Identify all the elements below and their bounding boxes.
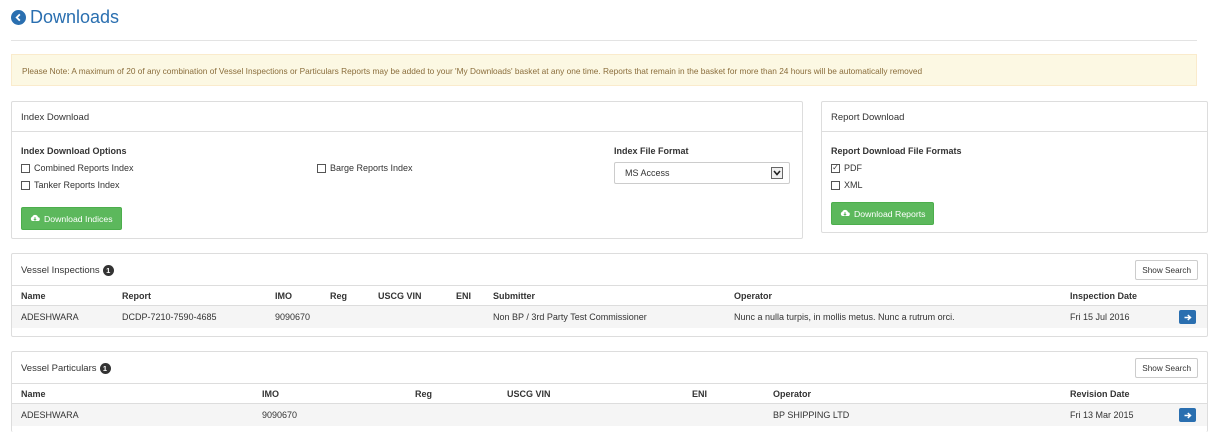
show-search-button[interactable]: Show Search <box>1135 358 1198 378</box>
report-formats-label: Report Download File Formats <box>831 146 962 156</box>
count-badge: 1 <box>99 363 111 374</box>
section-heading: Vessel Particulars <box>21 363 97 374</box>
xml-format-checkbox[interactable]: XML <box>831 180 863 190</box>
cell-imo: 9090670 <box>275 312 311 322</box>
table-header-row: Name Report IMO Reg USCG VIN ENI Submitt… <box>12 286 1207 306</box>
cell-report: DCDP-7210-7590-4685 <box>122 312 217 322</box>
checkbox-box[interactable] <box>21 163 30 173</box>
arrow-right-icon[interactable] <box>1179 310 1196 324</box>
page-header: Downloads <box>11 7 119 28</box>
column-header[interactable]: IMO <box>275 291 292 301</box>
cloud-download-icon <box>30 214 40 224</box>
page-title: Downloads <box>30 7 120 27</box>
chevron-down-icon[interactable] <box>771 167 783 179</box>
button-label: Download Indices <box>44 213 113 224</box>
index-download-panel: Index Download Index Download Options Co… <box>11 101 803 239</box>
checkbox-box[interactable] <box>317 163 326 173</box>
column-header[interactable]: USCG VIN <box>378 291 422 301</box>
column-header[interactable]: ENI <box>456 291 471 301</box>
checkbox-box[interactable] <box>831 180 840 190</box>
column-header[interactable]: Submitter <box>493 291 535 301</box>
select-value: MS Access <box>625 168 670 178</box>
cell-revision-date: Fri 13 Mar 2015 <box>1070 410 1134 420</box>
cell-operator: Nunc a nulla turpis, in mollis metus. Nu… <box>734 312 955 322</box>
header-divider <box>11 40 1197 41</box>
cell-operator: BP SHIPPING LTD <box>773 410 850 420</box>
cell-inspection-date: Fri 15 Jul 2016 <box>1070 312 1130 322</box>
index-options-label: Index Download Options <box>21 146 127 156</box>
index-download-heading: Index Download <box>12 102 802 132</box>
checkbox-label: Barge Reports Index <box>330 163 413 173</box>
column-header[interactable]: IMO <box>262 389 279 399</box>
checkbox-label: XML <box>844 180 863 190</box>
cloud-download-icon <box>840 209 850 219</box>
column-header[interactable]: Name <box>21 291 46 301</box>
column-header[interactable]: Report <box>122 291 151 301</box>
tanker-reports-index-checkbox[interactable]: Tanker Reports Index <box>21 180 120 190</box>
download-indices-button[interactable]: Download Indices <box>21 207 122 230</box>
vessel-particulars-header: Vessel Particulars 1 Show Search <box>12 352 1207 384</box>
index-file-format-select[interactable]: MS Access <box>614 162 790 184</box>
barge-reports-index-checkbox[interactable]: Barge Reports Index <box>317 163 413 173</box>
column-header[interactable]: Reg <box>330 291 347 301</box>
column-header[interactable]: USCG VIN <box>507 389 551 399</box>
section-heading: Vessel Inspections <box>21 265 100 276</box>
table-row[interactable]: ADESHWARA 9090670 BP SHIPPING LTD Fri 13… <box>12 404 1207 426</box>
column-header[interactable]: Operator <box>773 389 811 399</box>
column-header[interactable]: Name <box>21 389 46 399</box>
report-download-heading: Report Download <box>822 102 1207 132</box>
button-label: Download Reports <box>854 208 926 219</box>
pdf-format-checkbox[interactable]: ✓ PDF <box>831 163 862 173</box>
checkbox-label: PDF <box>844 163 862 173</box>
table-row[interactable]: ADESHWARA DCDP-7210-7590-4685 9090670 No… <box>12 306 1207 328</box>
column-header[interactable]: Inspection Date <box>1070 291 1137 301</box>
count-badge: 1 <box>102 265 114 276</box>
combined-reports-index-checkbox[interactable]: Combined Reports Index <box>21 163 134 173</box>
download-reports-button[interactable]: Download Reports <box>831 202 935 225</box>
table-header-row: Name IMO Reg USCG VIN ENI Operator Revis… <box>12 384 1207 404</box>
vessel-particulars-title: Vessel Particulars 1 <box>21 363 111 374</box>
vessel-inspections-header: Vessel Inspections 1 Show Search <box>12 254 1207 286</box>
column-header[interactable]: Operator <box>734 291 772 301</box>
cell-name: ADESHWARA <box>21 410 79 420</box>
basket-limit-notice: Please Note: A maximum of 20 of any comb… <box>11 54 1197 86</box>
checkbox-label: Tanker Reports Index <box>34 180 120 190</box>
arrow-right-icon[interactable] <box>1179 408 1196 422</box>
index-file-format-label: Index File Format <box>614 146 689 156</box>
back-icon[interactable] <box>11 10 26 25</box>
column-header[interactable]: Reg <box>415 389 432 399</box>
cell-name: ADESHWARA <box>21 312 79 322</box>
show-search-button[interactable]: Show Search <box>1135 260 1198 280</box>
vessel-inspections-title: Vessel Inspections 1 <box>21 265 114 276</box>
column-header[interactable]: ENI <box>692 389 707 399</box>
cell-submitter: Non BP / 3rd Party Test Commissioner <box>493 312 647 322</box>
column-header[interactable]: Revision Date <box>1070 389 1130 399</box>
report-download-panel: Report Download Report Download File For… <box>821 101 1208 233</box>
vessel-particulars-panel: Vessel Particulars 1 Show Search Name IM… <box>11 351 1208 432</box>
vessel-inspections-panel: Vessel Inspections 1 Show Search Name Re… <box>11 253 1208 337</box>
checkbox-box[interactable] <box>21 180 30 190</box>
checkbox-label: Combined Reports Index <box>34 163 134 173</box>
cell-imo: 9090670 <box>262 410 298 420</box>
checkbox-box[interactable]: ✓ <box>831 163 840 173</box>
